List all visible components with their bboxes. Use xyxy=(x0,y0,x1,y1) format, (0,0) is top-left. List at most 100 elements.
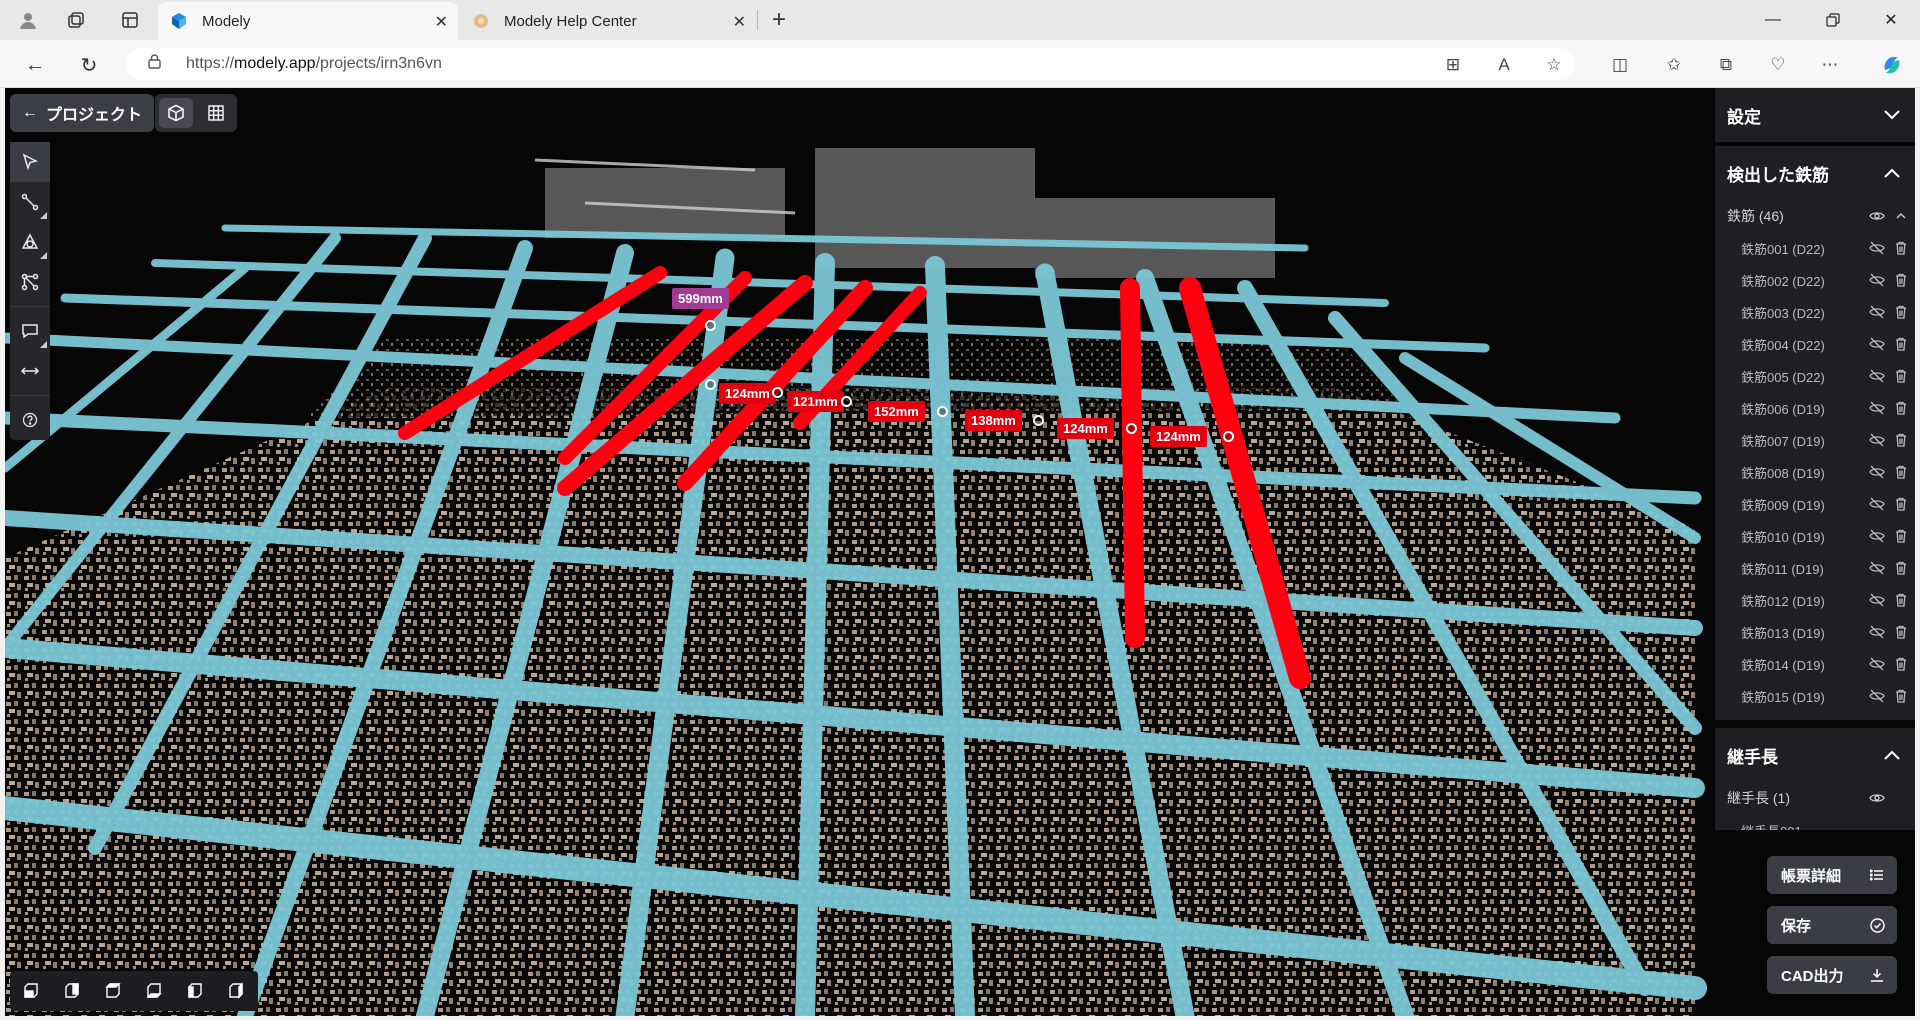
rebar-item-row[interactable]: 鉄筋006 (D19) xyxy=(1715,392,1915,424)
trash-icon[interactable] xyxy=(1893,272,1909,288)
trash-icon[interactable] xyxy=(1893,560,1909,576)
trash-icon[interactable] xyxy=(1893,592,1909,608)
rebar-item-row[interactable]: 鉄筋002 (D22) xyxy=(1715,264,1915,296)
rebar-item-row[interactable]: 鉄筋013 (D19) xyxy=(1715,616,1915,648)
copilot-icon[interactable] xyxy=(1879,52,1905,78)
split-screen-icon[interactable]: ◫ xyxy=(1607,52,1633,78)
more-menu-icon[interactable]: ⋯ xyxy=(1817,52,1843,78)
help-icon[interactable] xyxy=(10,400,50,440)
view-left-icon[interactable] xyxy=(174,971,215,1011)
rebar-item-row[interactable]: 鉄筋003 (D22) xyxy=(1715,296,1915,328)
favorite-star-icon[interactable]: ☆ xyxy=(1541,52,1567,78)
trash-icon[interactable] xyxy=(1893,656,1909,672)
trash-icon[interactable] xyxy=(1893,528,1909,544)
view-back-icon[interactable] xyxy=(51,971,92,1011)
tab-modely[interactable]: Modely ✕ xyxy=(158,2,458,40)
eye-off-icon[interactable] xyxy=(1869,592,1885,608)
rebar-item-row[interactable]: 鉄筋015 (D19) xyxy=(1715,680,1915,712)
trash-icon[interactable] xyxy=(1893,368,1909,384)
eye-off-icon[interactable] xyxy=(1869,336,1885,352)
shapes-tool-icon[interactable] xyxy=(10,222,50,262)
rebar-item-row[interactable]: 鉄筋014 (D19) xyxy=(1715,648,1915,680)
measurement-point[interactable] xyxy=(841,396,852,407)
3d-view-icon[interactable] xyxy=(159,98,193,128)
chevron-up-small-icon[interactable] xyxy=(1893,208,1909,224)
measurement-point[interactable] xyxy=(705,379,716,390)
eye-off-icon[interactable] xyxy=(1869,464,1885,480)
rebar-item-row[interactable]: 鉄筋012 (D19) xyxy=(1715,584,1915,616)
measurement-point[interactable] xyxy=(937,406,948,417)
trash-icon[interactable] xyxy=(1893,496,1909,512)
view-front-icon[interactable] xyxy=(10,971,51,1011)
rebar-item-row[interactable]: 鉄筋005 (D22) xyxy=(1715,360,1915,392)
chevron-up-icon[interactable] xyxy=(1881,162,1903,184)
profile-icon[interactable] xyxy=(14,6,42,34)
refresh-icon[interactable]: ↻ xyxy=(74,50,104,80)
measure-tool-icon[interactable] xyxy=(10,351,50,391)
rebar-item-row[interactable]: 鉄筋016 (D19) xyxy=(1715,712,1915,720)
measurement-point[interactable] xyxy=(1223,431,1234,442)
measurement-label[interactable]: 124mm xyxy=(1057,418,1114,439)
joint-item-row[interactable]: 継手長001 xyxy=(1715,814,1915,831)
new-tab-icon[interactable]: + xyxy=(764,6,794,34)
trash-icon[interactable] xyxy=(1893,240,1909,256)
eye-off-icon[interactable] xyxy=(1869,560,1885,576)
comment-tool-icon[interactable] xyxy=(10,311,50,351)
trash-icon[interactable] xyxy=(1893,400,1909,416)
chevron-down-icon[interactable] xyxy=(1881,104,1903,126)
joint-length-header[interactable]: 継手長 xyxy=(1715,728,1915,782)
rebar-item-row[interactable]: 鉄筋001 (D22) xyxy=(1715,232,1915,264)
favorites-icon[interactable]: ✩ xyxy=(1661,52,1687,78)
trash-icon[interactable] xyxy=(1893,304,1909,320)
view-top-icon[interactable] xyxy=(92,971,133,1011)
point-cloud-view[interactable] xyxy=(5,88,1915,1016)
trash-icon[interactable] xyxy=(1893,432,1909,448)
measurement-label[interactable]: 121mm xyxy=(787,391,844,412)
read-aloud-icon[interactable]: A xyxy=(1491,52,1517,78)
polyline-tool-icon[interactable] xyxy=(10,182,50,222)
rebar-item-row[interactable]: 鉄筋004 (D22) xyxy=(1715,328,1915,360)
eye-off-icon[interactable] xyxy=(1869,400,1885,416)
modely-3d-viewer[interactable]: ← プロジェクト 599mm 124mm 121mm 152mm 138mm 1… xyxy=(5,88,1915,1016)
minimize-icon[interactable]: — xyxy=(1750,4,1796,36)
collections-icon[interactable]: ⧉ xyxy=(1713,52,1739,78)
eye-off-icon[interactable] xyxy=(1869,432,1885,448)
grid-view-icon[interactable] xyxy=(199,98,233,128)
workspaces-icon[interactable] xyxy=(62,6,90,34)
trash-icon[interactable] xyxy=(1893,688,1909,704)
report-details-button[interactable]: 帳票詳細 xyxy=(1767,856,1897,894)
rebar-item-row[interactable]: 鉄筋008 (D19) xyxy=(1715,456,1915,488)
eye-off-icon[interactable] xyxy=(1869,496,1885,512)
eye-off-icon[interactable] xyxy=(1869,240,1885,256)
close-icon[interactable]: ✕ xyxy=(435,12,448,32)
measurement-label[interactable]: 152mm xyxy=(868,401,925,422)
eye-off-icon[interactable] xyxy=(1869,272,1885,288)
joint-group-row[interactable]: 継手長 (1) xyxy=(1715,782,1915,814)
measurement-point[interactable] xyxy=(772,387,783,398)
window-close-icon[interactable]: ✕ xyxy=(1868,4,1914,36)
eye-icon[interactable] xyxy=(1869,790,1885,806)
save-button[interactable]: 保存 xyxy=(1767,906,1897,944)
trash-icon[interactable] xyxy=(1893,336,1909,352)
browser-essentials-icon[interactable]: ♡ xyxy=(1765,52,1791,78)
eye-off-icon[interactable] xyxy=(1869,368,1885,384)
eye-off-icon[interactable] xyxy=(1869,528,1885,544)
eye-off-icon[interactable] xyxy=(1869,304,1885,320)
eye-off-icon[interactable] xyxy=(1869,688,1885,704)
measurement-label[interactable]: 124mm xyxy=(1150,426,1207,447)
cad-export-button[interactable]: CAD出力 xyxy=(1767,956,1897,994)
restore-icon[interactable] xyxy=(1810,4,1856,36)
trash-icon[interactable] xyxy=(1893,464,1909,480)
back-arrow-icon[interactable]: ← xyxy=(20,50,50,80)
eye-off-icon[interactable] xyxy=(1869,656,1885,672)
measurement-point[interactable] xyxy=(1033,415,1044,426)
url-field[interactable]: https://modely.app/projects/irn3n6vn xyxy=(126,48,1576,80)
vertical-tabs-icon[interactable] xyxy=(116,6,144,34)
rebar-item-row[interactable]: 鉄筋010 (D19) xyxy=(1715,520,1915,552)
measurement-label[interactable]: 124mm xyxy=(719,383,776,404)
rebar-item-row[interactable]: 鉄筋011 (D19) xyxy=(1715,552,1915,584)
trash-icon[interactable] xyxy=(1893,624,1909,640)
detected-rebar-header[interactable]: 検出した鉄筋 xyxy=(1715,146,1915,200)
settings-header[interactable]: 設定 xyxy=(1715,88,1915,142)
measurement-point[interactable] xyxy=(1126,423,1137,434)
